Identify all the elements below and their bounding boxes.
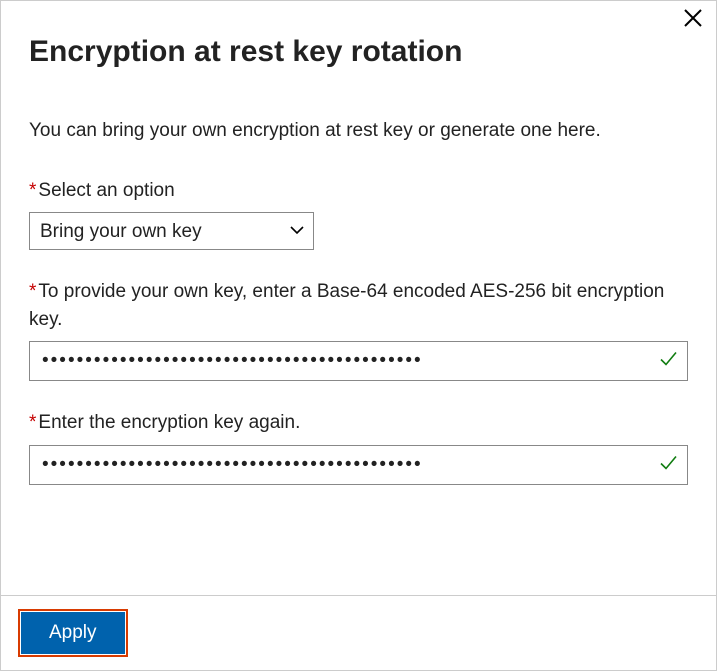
dialog-description: You can bring your own encryption at res… [29,117,688,145]
checkmark-icon [658,349,678,374]
apply-button[interactable]: Apply [21,612,125,654]
key-rotation-dialog: Encryption at rest key rotation You can … [0,0,717,671]
encryption-key-input[interactable] [29,341,688,381]
field-key-input: *To provide your own key, enter a Base-6… [29,278,688,381]
dialog-body: Encryption at rest key rotation You can … [1,1,716,595]
dialog-footer: Apply [1,595,716,670]
field-select-option: *Select an option Bring your own key [29,177,688,251]
select-option-label-text: Select an option [38,180,174,201]
key-input-label: *To provide your own key, enter a Base-6… [29,278,688,333]
key-confirm-wrap [29,445,688,485]
required-marker: * [29,180,36,201]
dialog-title: Encryption at rest key rotation [29,35,688,69]
select-option-label: *Select an option [29,177,688,205]
key-confirm-label-text: Enter the encryption key again. [38,412,300,433]
encryption-key-confirm-input[interactable] [29,445,688,485]
key-confirm-label: *Enter the encryption key again. [29,409,688,437]
key-input-label-text: To provide your own key, enter a Base-64… [29,281,664,330]
required-marker: * [29,412,36,433]
key-input-wrap [29,341,688,381]
field-key-confirm: *Enter the encryption key again. [29,409,688,485]
checkmark-icon [658,452,678,477]
select-option-wrap: Bring your own key [29,212,314,250]
select-option-dropdown[interactable]: Bring your own key [29,212,314,250]
required-marker: * [29,281,36,302]
close-button[interactable] [680,7,706,33]
close-icon [684,7,702,32]
